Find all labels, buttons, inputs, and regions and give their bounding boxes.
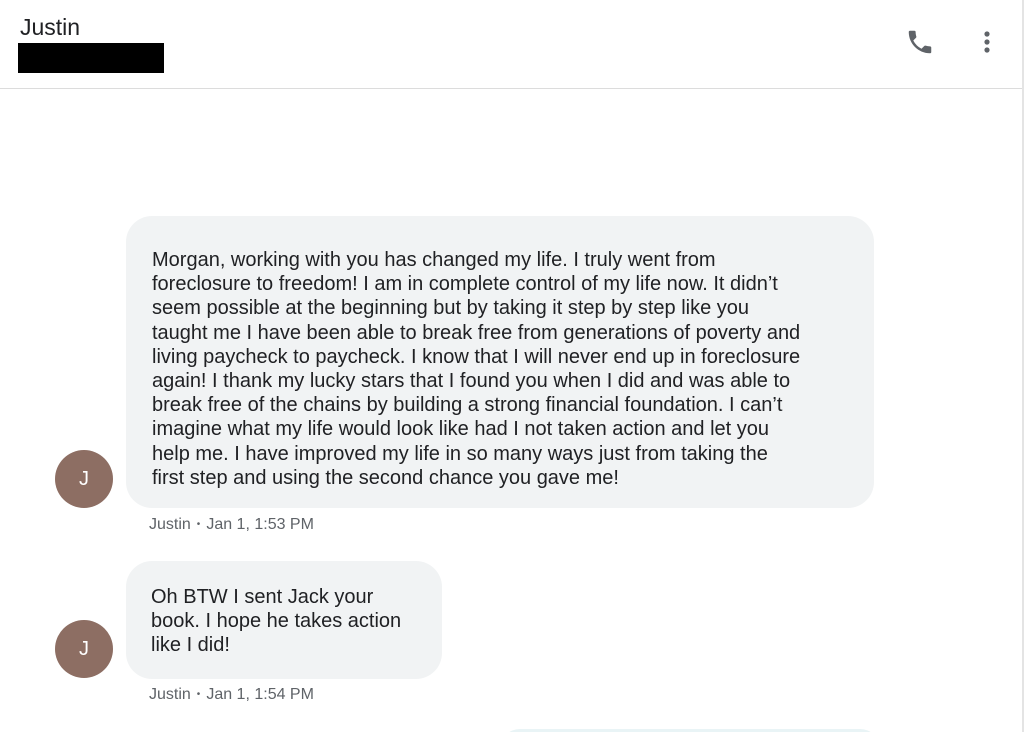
separator-dot: • [196, 519, 201, 530]
message-line: help me. I have improved my life in so m… [152, 442, 768, 465]
message-line: Oh BTW I sent Jack your [151, 586, 374, 608]
avatar[interactable]: J [55, 620, 113, 678]
sender-name: Justin [149, 686, 191, 703]
message-line: break free of the chains by building a s… [152, 394, 783, 417]
message-text: Oh BTW I sent Jack your book. I hope he … [151, 585, 420, 658]
message-timestamp: Justin • Jan 1, 1:54 PM [149, 686, 314, 704]
message-bubble[interactable]: Morgan, working with you has changed my … [126, 216, 874, 508]
message-line: living paycheck to paycheck. I know that… [152, 345, 801, 368]
separator-dot: • [196, 689, 201, 700]
message-timestamp: Justin • Jan 1, 1:53 PM [149, 516, 314, 534]
message-line: foreclosure to freedom! I am in complete… [152, 273, 778, 296]
message-thread[interactable]: Morgan, working with you has changed my … [0, 89, 1022, 732]
message-time: Jan 1, 1:53 PM [206, 516, 314, 533]
avatar[interactable]: J [55, 450, 113, 508]
phone-icon [908, 30, 932, 54]
conversation-header: Justin [0, 0, 1022, 89]
message-time: Jan 1, 1:54 PM [206, 686, 314, 703]
messages-app: Justin Morgan, working with you has chan… [0, 0, 1024, 732]
redacted-phone-number [18, 43, 164, 73]
more-options-button[interactable] [972, 24, 1002, 60]
message-line: Morgan, working with you has changed my … [152, 249, 716, 271]
message-line: seem possible at the beginning but by ta… [152, 297, 750, 320]
avatar-initial: J [79, 637, 89, 660]
message-line: taught me I have been able to break free… [152, 321, 801, 344]
message-line: imagine what my life would look like had… [152, 418, 770, 441]
message-bubble[interactable]: Oh BTW I sent Jack your book. I hope he … [126, 561, 442, 679]
sender-name: Justin [149, 516, 191, 533]
contact-name: Justin [20, 14, 81, 40]
message-line: book. I hope he takes action [151, 610, 402, 633]
call-button[interactable] [902, 24, 938, 60]
message-line: again! I thank my lucky stars that I fou… [152, 370, 791, 393]
message-text: Morgan, working with you has changed my … [152, 248, 852, 490]
more-vert-icon [984, 31, 990, 53]
avatar-initial: J [79, 467, 89, 490]
message-line: like I did! [151, 634, 230, 657]
message-line: first step and using the second chance y… [152, 466, 619, 489]
